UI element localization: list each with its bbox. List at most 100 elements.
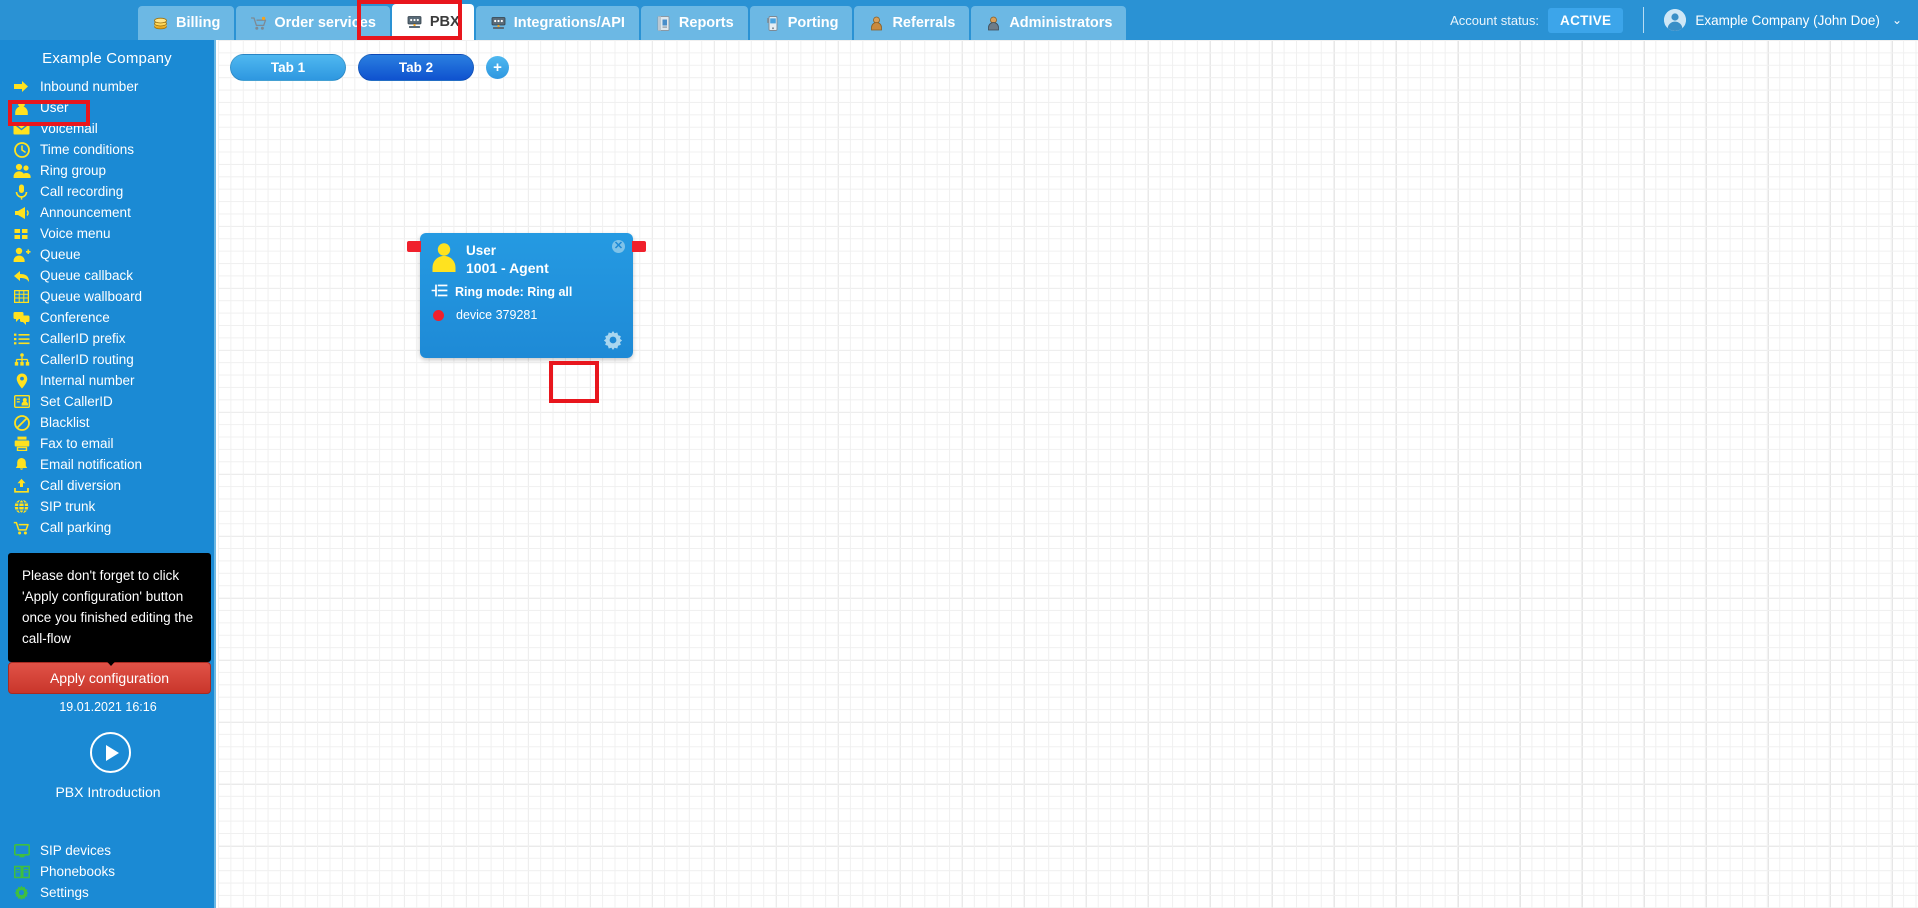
sidebar-item-call-diversion[interactable]: Call diversion — [0, 475, 214, 496]
sidebar-item-label: Phonebooks — [40, 864, 116, 879]
sidebar-item-announcement[interactable]: Announcement — [0, 202, 214, 223]
flow-tab-2[interactable]: Tab 2 — [358, 54, 474, 81]
sidebar-item-blacklist[interactable]: Blacklist — [0, 412, 214, 433]
nav-tab-referrals[interactable]: Referrals — [854, 6, 970, 40]
person-badge-icon — [868, 15, 885, 32]
sidebar-item-user[interactable]: User — [0, 97, 214, 118]
node-close-button[interactable]: ✕ — [612, 240, 625, 253]
sidebar-item-label: CallerID routing — [40, 352, 134, 367]
nav-tab-label: Order services — [274, 15, 376, 31]
nav-tab-pbx[interactable]: PBX — [391, 4, 474, 40]
sidebar-bottom-items: SIP devices Phonebooks Settings — [0, 840, 214, 903]
flow-tab-1[interactable]: Tab 1 — [230, 54, 346, 81]
sidebar-item-label: Call diversion — [40, 478, 122, 493]
node-device-label: device 379281 — [456, 308, 538, 322]
apply-timestamp: 19.01.2021 16:16 — [59, 700, 157, 714]
people-group-icon — [12, 162, 31, 179]
sidebar-item-label: Call recording — [40, 184, 124, 199]
sidebar-item-callerid-prefix[interactable]: CallerID prefix — [0, 328, 214, 349]
sidebar-item-label: Ring group — [40, 163, 107, 178]
sidebar-item-label: Settings — [40, 885, 89, 900]
chevron-down-icon: ⌄ — [1891, 13, 1902, 27]
fax-icon — [12, 435, 31, 452]
play-icon — [106, 744, 119, 761]
gear-icon — [12, 884, 31, 901]
sidebar-item-call-recording[interactable]: Call recording — [0, 181, 214, 202]
apply-configuration-button[interactable]: Apply configuration — [8, 662, 211, 694]
clock-icon — [12, 141, 31, 158]
list-icon — [12, 330, 31, 347]
map-pin-icon — [12, 372, 31, 389]
sidebar-item-queue-callback[interactable]: Queue callback — [0, 265, 214, 286]
call-flow-canvas[interactable]: Tab 1 Tab 2 + ✕ User 1001 - Agent Ring m… — [218, 40, 1918, 908]
admin-person-icon — [985, 15, 1002, 32]
node-header: User 1001 - Agent — [420, 233, 633, 277]
node-connector-right[interactable] — [632, 241, 646, 252]
nav-tab-label: Billing — [176, 15, 221, 31]
pbx-introduction-label[interactable]: PBX Introduction — [0, 784, 214, 800]
sidebar-item-call-parking[interactable]: Call parking — [0, 517, 214, 538]
nav-tab-porting[interactable]: Porting — [749, 6, 853, 40]
upload-arrow-icon — [12, 477, 31, 494]
id-card-icon — [12, 393, 31, 410]
sidebar-item-inbound-number[interactable]: Inbound number — [0, 76, 214, 97]
node-connector-left[interactable] — [407, 241, 421, 252]
speech-bubbles-icon — [12, 309, 31, 326]
sidebar-item-queue[interactable]: Queue — [0, 244, 214, 265]
plus-icon: + — [493, 59, 502, 76]
sidebar-item-sip-devices[interactable]: SIP devices — [0, 840, 214, 861]
sidebar-item-conference[interactable]: Conference — [0, 307, 214, 328]
sidebar-item-queue-wallboard[interactable]: Queue wallboard — [0, 286, 214, 307]
nav-tab-integrations-api[interactable]: Integrations/API — [475, 6, 639, 40]
nav-tab-order-services[interactable]: Order services — [236, 6, 390, 40]
sidebar-item-set-callerid[interactable]: Set CallerID — [0, 391, 214, 412]
sidebar-item-internal-number[interactable]: Internal number — [0, 370, 214, 391]
sidebar-item-time-conditions[interactable]: Time conditions — [0, 139, 214, 160]
sidebar-item-phonebooks[interactable]: Phonebooks — [0, 861, 214, 882]
sidebar-item-voicemail[interactable]: Voicemail — [0, 118, 214, 139]
sidebar-item-voice-menu[interactable]: Voice menu — [0, 223, 214, 244]
envelope-icon — [12, 120, 31, 137]
sitemap-icon — [12, 351, 31, 368]
flow-tab-label: Tab 2 — [398, 60, 434, 75]
node-settings-gear-button[interactable] — [603, 330, 623, 350]
top-nav-right-cluster: Account status: ACTIVE Example Company (… — [1450, 0, 1918, 40]
pbx-introduction-play-button[interactable] — [90, 732, 131, 773]
sidebar-item-label: Queue callback — [40, 268, 134, 283]
sidebar-item-label: Queue — [40, 247, 81, 262]
user-menu[interactable]: Example Company (John Doe) ⌄ — [1664, 9, 1902, 31]
call-flow-node-user[interactable]: ✕ User 1001 - Agent Ring mode: Ring all … — [407, 233, 646, 358]
monitor-icon — [12, 842, 31, 859]
mobile-phone-icon — [764, 15, 781, 32]
sidebar-item-settings[interactable]: Settings — [0, 882, 214, 903]
nav-tab-label: Integrations/API — [513, 15, 625, 31]
node-subtitle: 1001 - Agent — [466, 260, 549, 276]
sidebar-item-callerid-routing[interactable]: CallerID routing — [0, 349, 214, 370]
nav-tab-billing[interactable]: Billing — [138, 6, 235, 40]
table-grid-icon — [12, 288, 31, 305]
account-status-label: Account status: — [1450, 12, 1540, 28]
sidebar-item-label: Conference — [40, 310, 110, 325]
sidebar-item-fax-to-email[interactable]: Fax to email — [0, 433, 214, 454]
nav-tab-administrators[interactable]: Administrators — [971, 6, 1127, 40]
sidebar-item-sip-trunk[interactable]: SIP trunk — [0, 496, 214, 517]
sidebar-item-ring-group[interactable]: Ring group — [0, 160, 214, 181]
sidebar-item-label: Blacklist — [40, 415, 90, 430]
node-gear-highlight-box — [549, 361, 599, 403]
person-plus-icon — [12, 246, 31, 263]
sidebar-item-label: Fax to email — [40, 436, 114, 451]
top-nav-tab-list: Billing Order services PBX Integrations/… — [138, 0, 1128, 40]
tooltip-arrow — [101, 655, 121, 666]
account-status-badge: ACTIVE — [1548, 7, 1624, 33]
close-icon: ✕ — [613, 240, 624, 252]
grid-squares-icon — [12, 225, 31, 242]
divider — [1643, 7, 1645, 33]
sidebar-item-email-notification[interactable]: Email notification — [0, 454, 214, 475]
sidebar-item-label: Set CallerID — [40, 394, 113, 409]
person-icon — [431, 242, 457, 277]
sidebar-item-label: Announcement — [40, 205, 131, 220]
add-tab-button[interactable]: + — [486, 56, 509, 79]
nav-tab-reports[interactable]: Reports — [640, 6, 748, 40]
sidebar-item-label: Voicemail — [40, 121, 98, 136]
apply-configuration-tooltip: Please don't forget to click 'Apply conf… — [8, 553, 211, 662]
